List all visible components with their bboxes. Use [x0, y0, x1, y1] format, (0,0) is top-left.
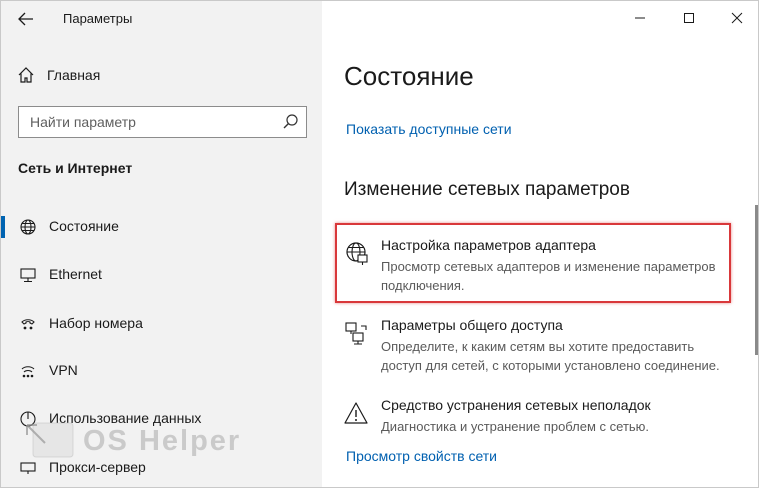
sidebar-item-ethernet[interactable]: Ethernet: [1, 254, 322, 294]
search-box: [18, 106, 307, 138]
sidebar-item-label: Ethernet: [49, 266, 102, 282]
back-button[interactable]: [13, 7, 39, 31]
change-settings-heading: Изменение сетевых параметров: [344, 179, 630, 200]
dialup-icon: [18, 314, 38, 334]
back-arrow-icon: [18, 12, 33, 26]
show-networks-link[interactable]: Показать доступные сети: [346, 121, 512, 137]
settings-window: Параметры Главная Сеть и Интернет Состоя…: [0, 0, 759, 488]
watermark-text: OS Helper: [83, 424, 242, 457]
section-title: Сеть и Интернет: [18, 160, 133, 176]
minimize-icon: [635, 17, 645, 19]
close-button[interactable]: [710, 1, 758, 35]
highlight-frame: [335, 223, 731, 303]
proxy-icon: [18, 458, 38, 478]
watermark-cursor-icon: [26, 422, 74, 458]
sidebar-item-label: Набор номера: [49, 315, 143, 331]
network-properties-link[interactable]: Просмотр свойств сети: [346, 448, 497, 464]
sidebar-item-vpn[interactable]: VPN: [1, 350, 322, 390]
sidebar-item-home[interactable]: Главная: [17, 63, 100, 87]
sidebar-item-status[interactable]: Состояние: [1, 206, 322, 246]
vpn-icon: [18, 361, 38, 381]
monitor-icon: [18, 265, 38, 285]
sidebar-item-label: Прокси-сервер: [49, 459, 146, 475]
scrollbar[interactable]: [755, 205, 758, 355]
warning-icon: [344, 401, 370, 427]
home-label: Главная: [47, 67, 101, 83]
setting-title: Средство устранения сетевых неполадок: [381, 397, 651, 413]
close-icon: [731, 12, 743, 24]
minimize-button[interactable]: [613, 1, 667, 35]
maximize-button[interactable]: [662, 1, 716, 35]
sharing-icon: [344, 321, 370, 347]
setting-description: Определите, к каким сетям вы хотите пред…: [381, 339, 720, 373]
sidebar-item-dialup[interactable]: Набор номера: [1, 303, 322, 343]
setting-description: Диагностика и устранение проблем с сетью…: [381, 419, 650, 434]
sidebar-item-label: Состояние: [49, 218, 119, 234]
maximize-icon: [684, 13, 694, 23]
setting-title: Параметры общего доступа: [381, 317, 563, 333]
page-title: Состояние: [344, 61, 474, 91]
sidebar: Параметры Главная Сеть и Интернет Состоя…: [1, 1, 322, 487]
sidebar-item-label: VPN: [49, 362, 78, 378]
active-indicator: [1, 216, 5, 238]
search-icon[interactable]: [282, 113, 300, 131]
search-input[interactable]: [19, 107, 274, 137]
app-title: Параметры: [63, 11, 133, 26]
home-icon: [17, 66, 35, 84]
watermark: OS Helper: [25, 421, 241, 461]
globe-icon: [18, 217, 38, 237]
